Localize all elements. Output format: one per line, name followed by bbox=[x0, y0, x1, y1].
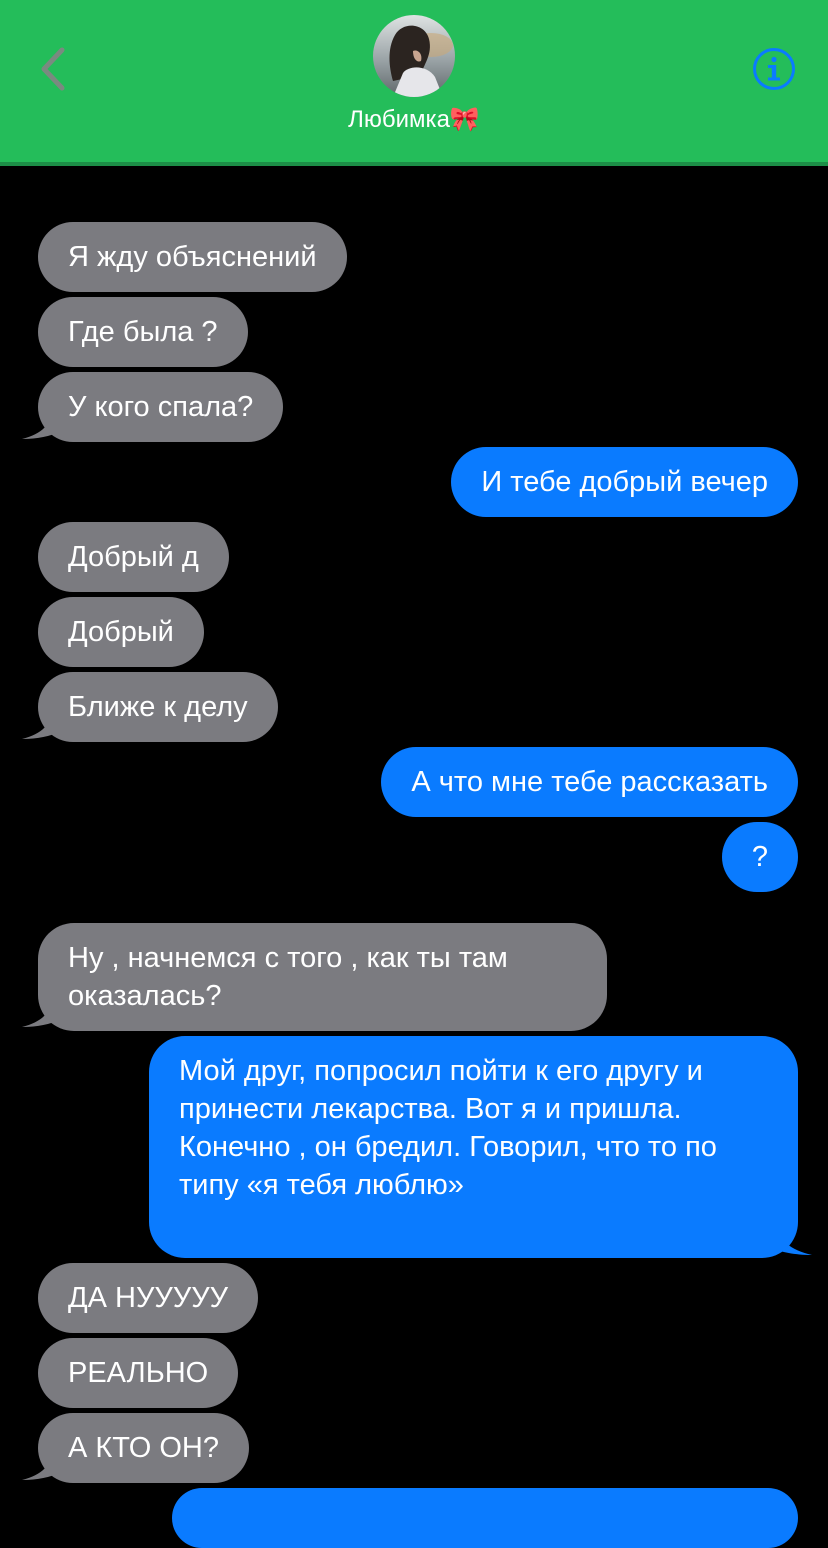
message-bubble-outgoing-partial[interactable] bbox=[172, 1488, 798, 1548]
message-bubble-incoming[interactable]: Где была ? bbox=[38, 297, 248, 367]
message-bubble-outgoing[interactable]: А что мне тебе рассказать bbox=[381, 747, 798, 817]
message-bubble-incoming[interactable]: А КТО ОН? bbox=[38, 1413, 249, 1483]
message-bubble-incoming[interactable]: РЕАЛЬНО bbox=[38, 1338, 239, 1408]
message-bubble-incoming[interactable]: ДА НУУУУУ bbox=[38, 1263, 259, 1333]
info-circle-icon[interactable] bbox=[752, 47, 796, 91]
message-bubble-outgoing[interactable]: И тебе добрый вечер bbox=[451, 447, 798, 517]
message-bubble-incoming[interactable]: Добрый д bbox=[38, 522, 229, 592]
message-bubble-outgoing[interactable]: Мой друг, попросил пойти к его другу и п… bbox=[149, 1036, 798, 1258]
message-bubble-incoming[interactable]: Я жду объяснений bbox=[38, 222, 347, 292]
message-bubble-outgoing[interactable]: ? bbox=[722, 822, 798, 892]
message-bubble-incoming[interactable]: Добрый bbox=[38, 597, 204, 667]
chat-header: Любимка🎀 bbox=[0, 0, 828, 166]
message-bubble-incoming[interactable]: У кого спала? bbox=[38, 372, 284, 442]
contact-name[interactable]: Любимка🎀 bbox=[0, 105, 828, 134]
contact-avatar[interactable] bbox=[373, 15, 455, 97]
message-bubble-incoming[interactable]: Ближе к делу bbox=[38, 672, 278, 742]
chevron-left-icon[interactable] bbox=[34, 44, 74, 94]
message-bubble-incoming[interactable]: Ну , начнемся с того , как ты там оказал… bbox=[38, 923, 607, 1031]
